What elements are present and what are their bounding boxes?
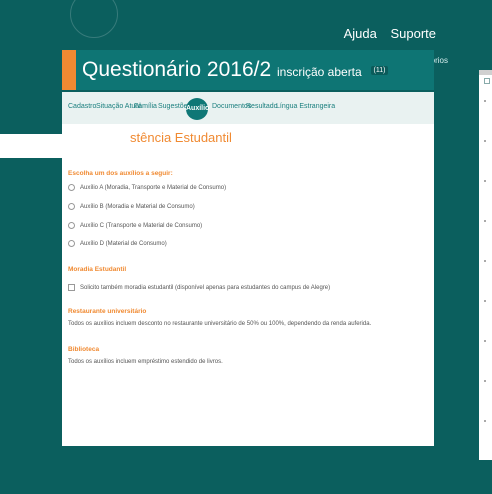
title-accent: [62, 50, 76, 90]
housing-section-title: Moradia Estudantil: [68, 266, 127, 273]
radio-icon[interactable]: [68, 222, 75, 229]
list-marker: [484, 140, 486, 142]
housing-checkbox[interactable]: Solicito também moradia estudantil (disp…: [68, 284, 330, 291]
radio-icon[interactable]: [68, 240, 75, 247]
list-marker: [484, 260, 486, 262]
list-marker: [484, 180, 486, 182]
aid-option-d[interactable]: Auxílio D (Material de Consumo): [68, 240, 167, 247]
radio-icon[interactable]: [68, 184, 75, 191]
side-window-edge: [479, 70, 492, 460]
library-text: Todos os auxílios incluem empréstimo est…: [68, 359, 223, 365]
support-link[interactable]: Suporte: [390, 26, 436, 41]
tab-auxilio[interactable]: Auxílio: [186, 98, 209, 120]
tab-cadastro[interactable]: Cadastro: [68, 103, 96, 110]
aid-section-title: Escolha um dos auxílios a seguir:: [68, 170, 173, 177]
page-subtitle: inscrição aberta: [276, 65, 362, 79]
list-marker: [484, 300, 486, 302]
form-id-badge: (11): [370, 65, 389, 75]
list-marker: [484, 420, 486, 422]
list-marker: [484, 340, 486, 342]
list-marker: [484, 220, 486, 222]
radio-icon[interactable]: [68, 203, 75, 210]
checkbox-icon[interactable]: [68, 284, 75, 291]
tab-resultado[interactable]: Resultado: [246, 103, 278, 110]
tab-familia[interactable]: Família: [134, 103, 157, 110]
help-link[interactable]: Ajuda: [344, 26, 377, 41]
overlay-bar: [0, 134, 143, 158]
title-bar: Questionário 2016/2 inscrição aberta (11…: [62, 50, 434, 90]
section-heading: stência Estudantil: [130, 130, 232, 145]
page-title: Questionário 2016/2 inscrição aberta (11…: [82, 58, 389, 82]
list-marker: [484, 100, 486, 102]
restaurant-section-title: Restaurante universitário: [68, 308, 147, 315]
window-icon: [484, 78, 490, 84]
restaurant-text: Todos os auxílios incluem desconto no re…: [68, 321, 372, 327]
aid-option-c[interactable]: Auxílio C (Transporte e Material de Cons…: [68, 222, 202, 229]
aid-option-a[interactable]: Auxílio A (Moradia, Transporte e Materia…: [68, 184, 226, 191]
top-links: Ajuda Suporte: [334, 26, 436, 41]
tab-bar: Cadastro Situação Atual Família Sugestõe…: [62, 92, 434, 125]
list-marker: [484, 380, 486, 382]
side-window-titlebar: [479, 70, 492, 75]
university-seal: [70, 0, 118, 38]
aid-option-b[interactable]: Auxílio B (Moradia e Material de Consumo…: [68, 203, 195, 210]
library-section-title: Biblioteca: [68, 346, 100, 353]
tab-lingua-estrangeira[interactable]: Língua Estrangeira: [276, 103, 335, 110]
